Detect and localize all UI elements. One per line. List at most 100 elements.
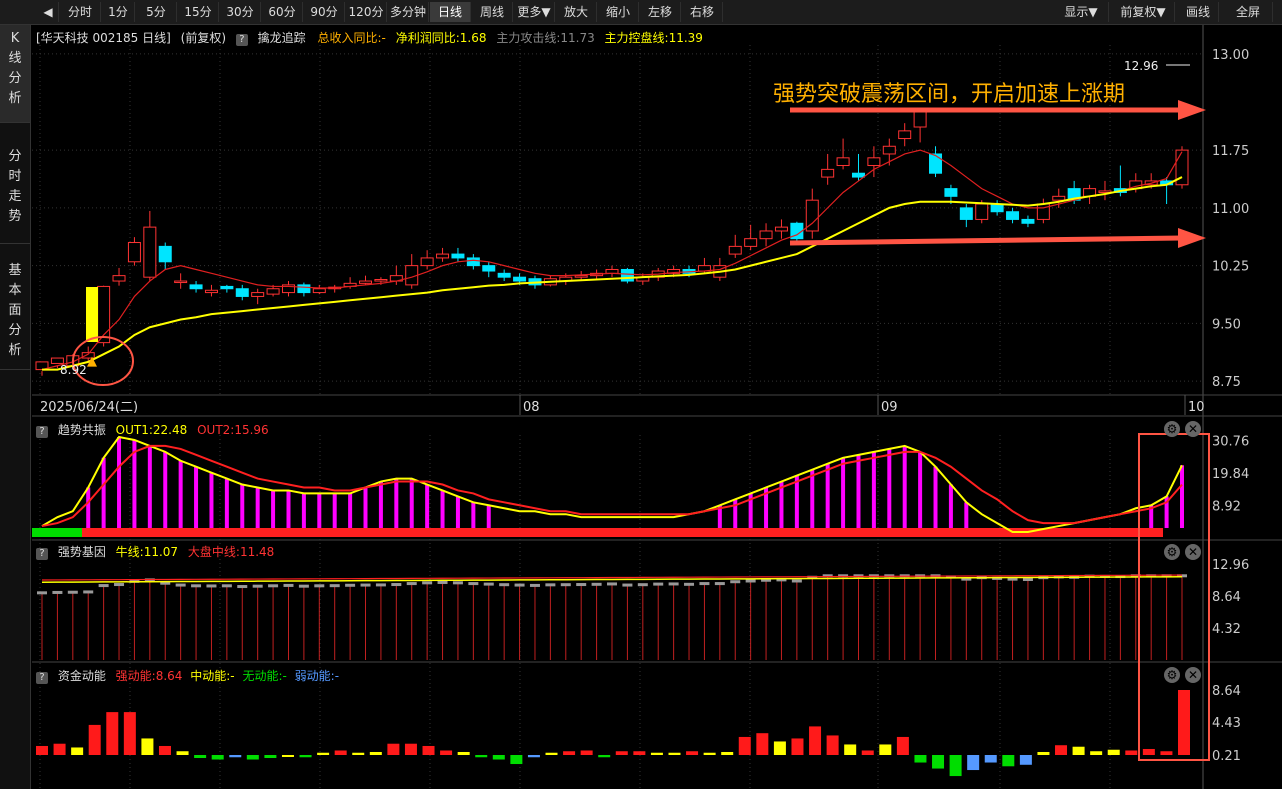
panel3-s3: 无动能:- [242,669,287,683]
candle-body [312,288,326,294]
momentum-bar [440,750,453,755]
gene-tick [37,591,47,595]
candle-body [959,207,973,220]
close-icon[interactable]: ✕ [1185,667,1201,683]
highlight-circle [72,336,134,386]
panel2-l1: 牛线:11.07 [115,545,179,559]
candle-body [497,272,511,278]
momentum-bar [1072,746,1085,755]
gene-tick [560,583,571,587]
momentum-bar [211,755,224,760]
panel1-tick: 8.92 [1212,500,1241,515]
candle-body [728,245,742,255]
candle-body [882,145,896,155]
help-icon[interactable]: ? [36,548,48,560]
candle-body [235,288,249,297]
momentum-bar [352,752,365,755]
momentum-bar [457,751,470,755]
momentum-bar [36,745,48,755]
momentum-bar [633,751,646,755]
momentum-bar [299,755,312,758]
gear-icon[interactable]: ⚙ [1164,544,1180,560]
gene-tick [206,584,217,588]
gene-tick [514,583,525,587]
gene-tick [191,584,202,588]
panel1-tick: 19.84 [1212,467,1249,482]
momentum-bar [264,755,277,759]
candle-body [513,276,527,282]
momentum-bar [475,755,488,758]
panel3-tick: 0.21 [1212,749,1241,764]
help-icon[interactable]: ? [36,426,48,438]
gene-tick [283,583,294,587]
gene-tick [114,583,125,587]
momentum-bar [492,755,505,760]
momentum-bar [404,743,417,755]
candle-body [975,203,989,220]
candle-body [944,188,958,197]
panel3-name: 资金动能 [57,669,106,683]
candle-body [466,257,480,267]
gene-tick [653,582,664,586]
candle-body [620,268,634,282]
candle-body [297,284,311,294]
y-tick-label: 11.00 [1212,202,1249,217]
gene-tick [360,583,371,587]
panel3-tick: 4.43 [1212,716,1241,731]
panel1-header: ? 趋势共振 OUT1:22.48 OUT2:15.96 [36,421,269,438]
signal-bar [86,287,98,342]
panel1-name: 趋势共振 [57,423,106,437]
momentum-bar [1107,749,1120,755]
gene-tick [699,582,710,586]
gene-tick [83,590,94,594]
gene-tick [668,582,679,586]
momentum-bar [71,747,84,755]
momentum-bar [563,751,576,755]
momentum-bar [1037,751,1050,755]
momentum-bar [668,752,681,755]
momentum-bar [387,743,400,755]
gene-tick [483,582,494,586]
momentum-bar [281,755,294,757]
momentum-bar [317,752,330,755]
gene-tick [1022,578,1033,581]
panel1-out1: OUT1:22.48 [115,423,188,437]
candle-body [759,230,773,240]
close-icon[interactable]: ✕ [1185,544,1201,560]
momentum-bar [580,750,593,755]
gene-tick [391,583,402,587]
panel1-out2: OUT2:15.96 [197,423,269,437]
gear-icon[interactable]: ⚙ [1164,667,1180,683]
gene-tick [375,583,386,587]
momentum-bar [527,755,540,758]
momentum-bar [686,751,699,755]
candle-body [143,226,157,278]
panel3-s4: 弱动能:- [294,669,340,683]
panel3-tick: 8.64 [1212,684,1241,699]
gene-tick [452,581,463,585]
momentum-bar [510,755,523,765]
candle-body [821,168,835,178]
momentum-bar [738,736,751,755]
arrow-upper-head [1178,100,1206,120]
panel2-tick: 8.64 [1212,590,1241,605]
gene-tick [468,582,479,586]
gene-tick [591,582,602,586]
x-tick-label: 10 [1188,400,1205,415]
candle-body [867,157,881,167]
gene-tick [714,582,725,586]
candle-body [189,284,203,290]
y-tick-label: 9.50 [1212,317,1241,332]
gene-tick [67,590,78,594]
momentum-bar [141,738,154,755]
panel3-header: ? 资金动能 强动能:8.64 中动能:- 无动能:- 弱动能:- [36,667,339,684]
high-price-label: 12.96 [1124,59,1158,73]
help-icon[interactable]: ? [36,672,48,684]
panel1-tick: 30.76 [1212,435,1249,450]
gear-icon[interactable]: ⚙ [1164,421,1180,437]
gene-tick [298,584,309,588]
candle-body [374,278,388,282]
base-band [32,528,1163,537]
close-icon[interactable]: ✕ [1185,421,1201,437]
gene-tick [637,583,648,587]
